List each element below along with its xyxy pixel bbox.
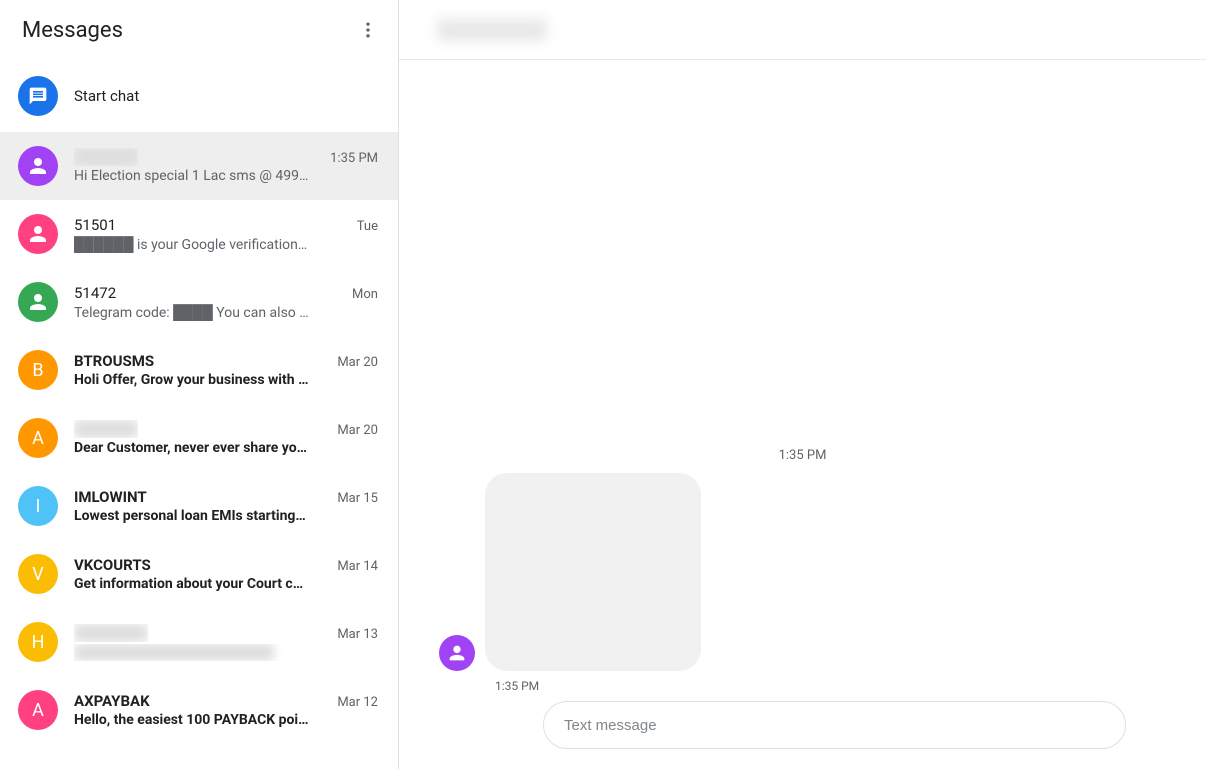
sidebar-title: Messages xyxy=(22,18,123,43)
more-menu-button[interactable] xyxy=(350,12,386,48)
conversation-preview: Dear Customer, never ever share yo… xyxy=(74,440,309,456)
person-icon xyxy=(446,642,468,664)
person-icon xyxy=(26,222,50,246)
conversation-time: Tue xyxy=(357,219,378,234)
avatar: A xyxy=(18,690,58,730)
chat-header-name xyxy=(437,19,547,41)
avatar xyxy=(18,146,58,186)
conversation-preview: Y██████████████████ xyxy=(74,644,309,661)
conversation-preview: ██████ is your Google verification… xyxy=(74,236,309,253)
conversation-item[interactable]: ██████ 1:35 PM Hi Election special 1 Lac s… xyxy=(0,132,398,200)
conversation-item[interactable]: 51501 Tue ██████ is your Google verificati… xyxy=(0,200,398,268)
conversation-preview: Hi Election special 1 Lac sms @ 499… xyxy=(74,168,309,184)
avatar xyxy=(18,214,58,254)
message-avatar xyxy=(439,635,475,671)
conversation-list[interactable]: ██████ 1:35 PM Hi Election special 1 Lac s… xyxy=(0,132,398,769)
conversation-time: Mar 20 xyxy=(337,423,378,438)
conversation-name: VKCOURTS xyxy=(74,556,151,574)
conversation-preview: Get information about your Court ca… xyxy=(74,576,309,592)
avatar: A xyxy=(18,418,58,458)
avatar: H xyxy=(18,622,58,662)
avatar: V xyxy=(18,554,58,594)
message-group-timestamp: 1:35 PM xyxy=(439,448,1166,463)
conversation-item[interactable]: I IMLOWINT Mar 15 Lowest personal loan EMIs… xyxy=(0,472,398,540)
avatar: I xyxy=(18,486,58,526)
chat-header xyxy=(399,0,1206,60)
person-icon xyxy=(26,154,50,178)
conversation-name: ██████ xyxy=(74,148,138,166)
conversation-time: Mar 14 xyxy=(337,559,378,574)
message-bubble[interactable] xyxy=(485,473,701,671)
compose-input[interactable] xyxy=(543,701,1126,749)
conversation-item[interactable]: H H██████ Mar 13 Y██████████████████ xyxy=(0,608,398,676)
more-vertical-icon xyxy=(358,20,378,40)
conversation-name: BTROUSMS xyxy=(74,352,154,370)
conversation-time: Mon xyxy=(352,287,378,302)
conversation-item[interactable]: B BTROUSMS Mar 20 Holi Offer, Grow your bus… xyxy=(0,336,398,404)
conversation-item[interactable]: 51472 Mon Telegram code: ████ You can also… xyxy=(0,268,398,336)
start-chat-icon-wrap xyxy=(18,76,58,116)
avatar: B xyxy=(18,350,58,390)
conversation-name: 51501 xyxy=(74,216,116,234)
conversation-name: H██████ xyxy=(74,624,148,642)
conversation-name: AXPAYBAK xyxy=(74,692,150,710)
sidebar: Messages Start chat ██████ 1:35 PM Hi Elec… xyxy=(0,0,399,769)
compose-row xyxy=(439,701,1166,749)
avatar xyxy=(18,282,58,322)
conversation-name: 51472 xyxy=(74,284,116,302)
conversation-name: IMLOWINT xyxy=(74,488,147,506)
message-time: 1:35 PM xyxy=(495,679,1166,693)
message-row xyxy=(439,473,1166,671)
start-chat-button[interactable]: Start chat xyxy=(0,60,398,132)
conversation-item[interactable]: A ██████ Mar 20 Dear Customer, never ever s… xyxy=(0,404,398,472)
messages-area: 1:35 PM 1:35 PM xyxy=(399,60,1206,769)
sidebar-header: Messages xyxy=(0,0,398,60)
conversation-time: Mar 13 xyxy=(337,627,378,642)
conversation-item[interactable]: V VKCOURTS Mar 14 Get information about you… xyxy=(0,540,398,608)
conversation-preview: Lowest personal loan EMIs starting … xyxy=(74,508,309,524)
conversation-time: 1:35 PM xyxy=(330,151,378,166)
conversation-time: Mar 15 xyxy=(337,491,378,506)
conversation-time: Mar 20 xyxy=(337,355,378,370)
conversation-name: ██████ xyxy=(74,420,138,438)
conversation-time: Mar 12 xyxy=(337,695,378,710)
message-content-redacted xyxy=(503,487,683,657)
conversation-item[interactable]: A AXPAYBAK Mar 12 Hello, the easiest 100 PA… xyxy=(0,676,398,744)
conversation-preview: Telegram code: ████ You can also … xyxy=(74,304,309,321)
start-chat-label: Start chat xyxy=(74,87,139,105)
conversation-preview: Holi Offer, Grow your business with … xyxy=(74,372,309,388)
person-icon xyxy=(26,290,50,314)
chat-panel: 1:35 PM 1:35 PM xyxy=(399,0,1206,769)
chat-icon xyxy=(28,86,48,106)
conversation-preview: Hello, the easiest 100 PAYBACK poi… xyxy=(74,712,309,728)
